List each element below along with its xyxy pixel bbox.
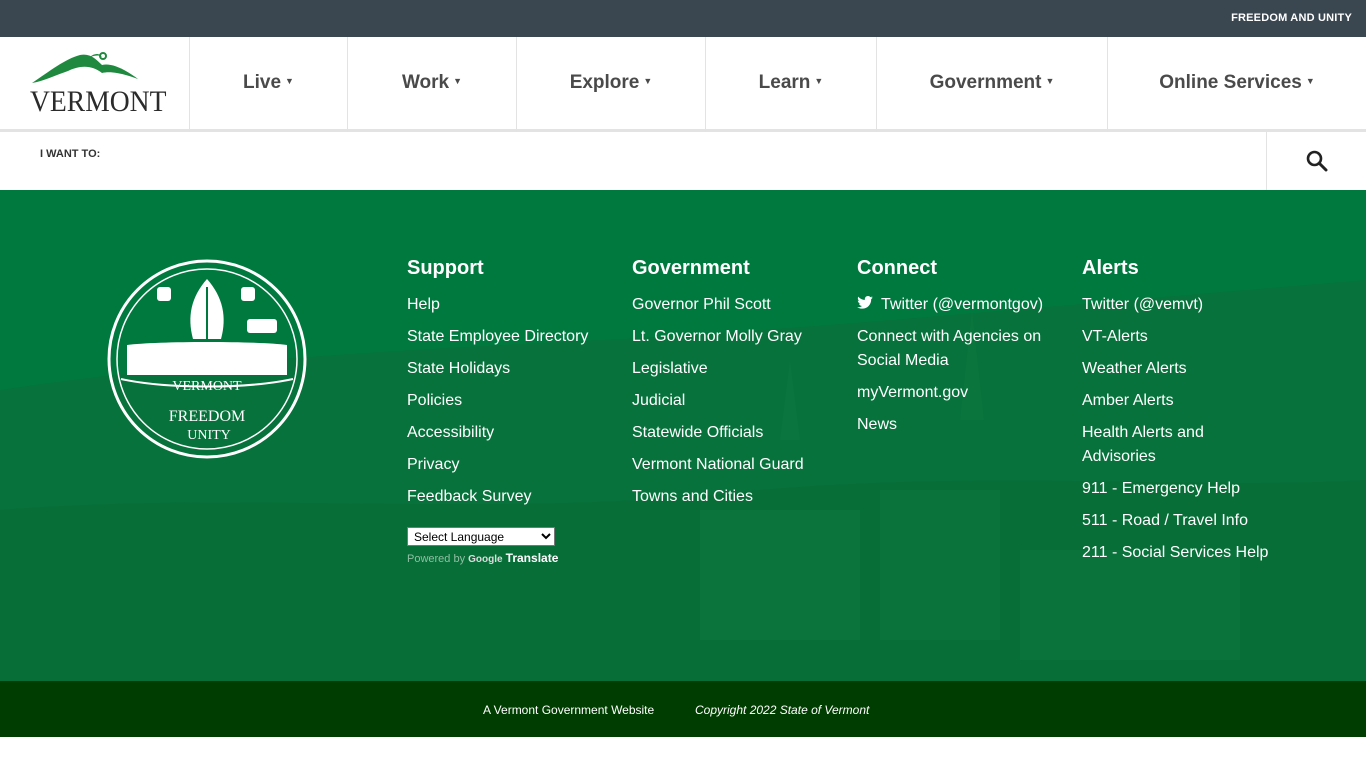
site-footer: VERMONT FREEDOM UNITY Support Help State… (0, 190, 1366, 681)
caret-down-icon: ▼ (1305, 76, 1315, 86)
nav-work-label: Work (401, 72, 450, 93)
nav-learn-label: Learn (758, 72, 811, 93)
alerts-heading: Alerts (1082, 257, 1139, 279)
vermont-logo[interactable]: VERMONT (0, 37, 190, 129)
government-heading: Government (632, 257, 750, 279)
nav-government-label: Government (929, 72, 1042, 93)
alerts-link-vt-alerts[interactable]: VT-Alerts (1082, 325, 1272, 349)
seal-motto-line1: FREEDOM (169, 408, 245, 425)
alerts-link-health[interactable]: Health Alerts and Advisories (1082, 421, 1272, 469)
i-want-to-bar[interactable]: I WANT TO: (0, 132, 1366, 190)
government-link-towns[interactable]: Towns and Cities (632, 485, 822, 509)
connect-link-agencies-social[interactable]: Connect with Agencies on Social Media (857, 325, 1047, 373)
footer-government-column: Government Governor Phil Scott Lt. Gover… (632, 257, 822, 517)
powered-by-google: Powered by Google Translate (407, 551, 597, 565)
i-want-to-label: I WANT TO: (40, 148, 101, 160)
mountain-logo-icon (32, 52, 138, 83)
connect-link-twitter[interactable]: Twitter (@vermontgov) (857, 293, 1047, 317)
nav-online-services[interactable]: Online Services ▼ (1108, 37, 1366, 129)
translate-link[interactable]: Translate (506, 551, 559, 565)
government-link-lt-governor[interactable]: Lt. Governor Molly Gray (632, 325, 822, 349)
nav-explore[interactable]: Explore ▼ (517, 37, 706, 129)
alerts-link-weather[interactable]: Weather Alerts (1082, 357, 1272, 381)
alerts-link-twitter[interactable]: Twitter (@vemvt) (1082, 293, 1272, 317)
alerts-link-amber[interactable]: Amber Alerts (1082, 389, 1272, 413)
alerts-link-511[interactable]: 511 - Road / Travel Info (1082, 509, 1272, 533)
seal-motto-line2: UNITY (187, 428, 231, 443)
support-link-accessibility[interactable]: Accessibility (407, 421, 597, 445)
caret-down-icon: ▼ (285, 76, 294, 86)
top-strip: FREEDOM AND UNITY (0, 0, 1366, 37)
connect-heading: Connect (857, 257, 937, 279)
support-link-holidays[interactable]: State Holidays (407, 357, 597, 381)
google-logo: Google (468, 554, 503, 565)
government-link-governor[interactable]: Governor Phil Scott (632, 293, 822, 317)
footer-connect-column: Connect Twitter (@vermontgov) Connect wi… (857, 257, 1047, 445)
connect-link-news[interactable]: News (857, 413, 1047, 437)
copyright-text: Copyright 2022 State of Vermont (695, 703, 870, 717)
government-website-text: A Vermont Government Website (483, 703, 655, 717)
support-link-privacy[interactable]: Privacy (407, 453, 597, 477)
support-link-directory[interactable]: State Employee Directory (407, 325, 597, 349)
footer-alerts-column: Alerts Twitter (@vemvt) VT-Alerts Weathe… (1082, 257, 1272, 573)
caret-down-icon: ▼ (1045, 76, 1055, 86)
footer-support-column: Support Help State Employee Directory St… (407, 257, 597, 565)
nav-government[interactable]: Government ▼ (877, 37, 1108, 129)
support-heading: Support (407, 257, 484, 279)
main-nav: VERMONT Live ▼ Work ▼ Explore ▼ Learn ▼ Gove… (0, 37, 1366, 132)
bottom-bar: A Vermont Government Website Copyright 2… (0, 681, 1366, 737)
twitter-icon (857, 296, 873, 309)
tagline: FREEDOM AND UNITY (1231, 12, 1352, 24)
nav-live[interactable]: Live ▼ (190, 37, 348, 129)
logo-wordmark: VERMONT (30, 85, 167, 118)
nav-online-services-label: Online Services (1159, 72, 1302, 93)
nav-work[interactable]: Work ▼ (348, 37, 517, 129)
nav-live-label: Live (243, 72, 282, 93)
nav-learn[interactable]: Learn ▼ (706, 37, 877, 129)
powered-by-label: Powered by (407, 553, 466, 565)
search-button[interactable] (1266, 132, 1366, 190)
caret-down-icon: ▼ (453, 76, 463, 86)
nav-explore-label: Explore (569, 72, 640, 93)
alerts-link-211[interactable]: 211 - Social Services Help (1082, 541, 1272, 565)
government-link-national-guard[interactable]: Vermont National Guard (632, 453, 822, 477)
government-link-statewide-officials[interactable]: Statewide Officials (632, 421, 822, 445)
connect-twitter-label: Twitter (@vermontgov) (881, 296, 1044, 313)
alerts-link-911[interactable]: 911 - Emergency Help (1082, 477, 1272, 501)
support-link-policies[interactable]: Policies (407, 389, 597, 413)
government-link-judicial[interactable]: Judicial (632, 389, 822, 413)
support-link-help[interactable]: Help (407, 293, 597, 317)
government-link-legislative[interactable]: Legislative (632, 357, 822, 381)
caret-down-icon: ▼ (643, 76, 653, 86)
vermont-seal-icon: VERMONT FREEDOM UNITY (107, 259, 307, 459)
connect-link-myvermont[interactable]: myVermont.gov (857, 381, 1047, 405)
language-select[interactable]: Select Language (407, 527, 555, 546)
seal-top-text: VERMONT (172, 379, 242, 394)
support-link-feedback[interactable]: Feedback Survey (407, 485, 597, 509)
search-icon (1306, 150, 1327, 172)
caret-down-icon: ▼ (814, 76, 824, 86)
